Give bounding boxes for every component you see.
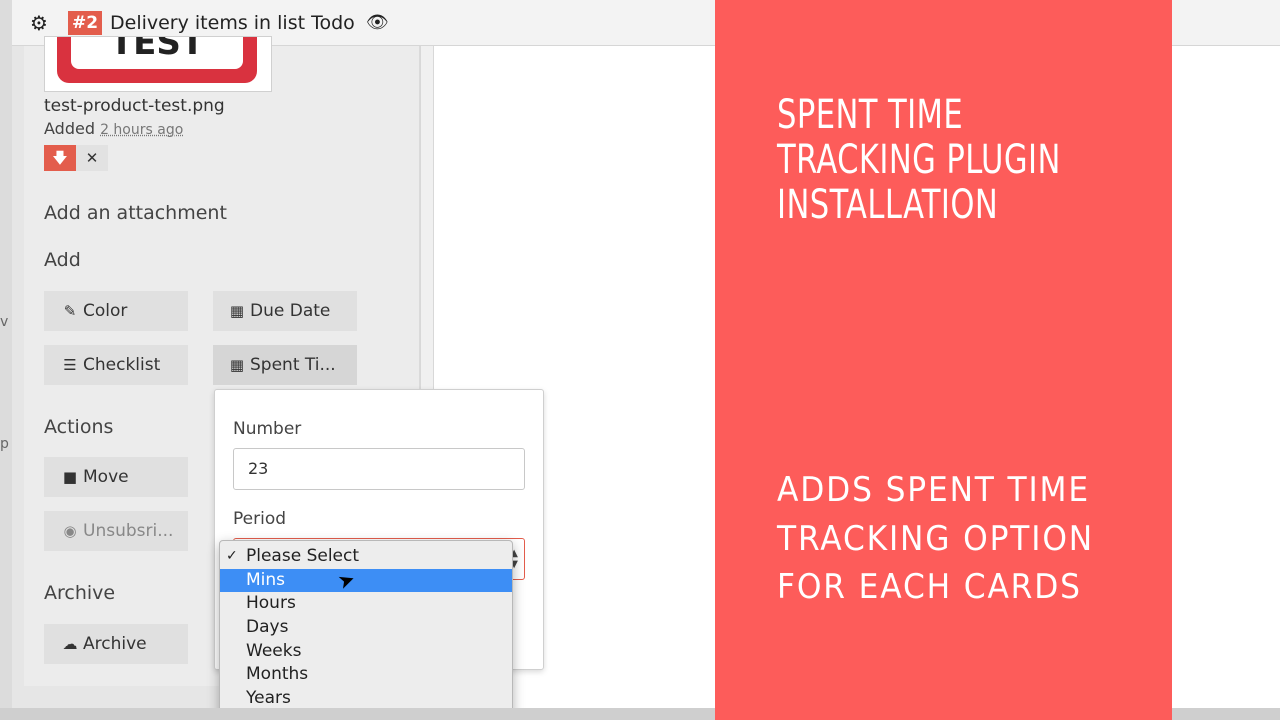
pencil-icon: ✎ — [63, 302, 77, 320]
dropdown-option[interactable]: Months — [220, 663, 512, 687]
dropdown-option[interactable]: ✓ Please Select — [220, 545, 512, 569]
watch-eye-icon[interactable]: 👁 — [366, 10, 389, 36]
test-sign-graphic: TEST — [57, 36, 257, 83]
promo-banner: SPENT TIME TRACKING PLUGIN INSTALLATION … — [715, 0, 1172, 720]
card-title[interactable]: Delivery items in list Todo — [110, 10, 355, 36]
banner-title: SPENT TIME TRACKING PLUGIN INSTALLATION — [777, 92, 1061, 228]
download-button[interactable]: 🡇 — [44, 145, 76, 171]
banner-subtitle: ADDS SPENT TIME TRACKING OPTION FOR EACH… — [777, 470, 1095, 607]
due-date-label: Due Date — [250, 301, 331, 321]
calendar-icon: ▦ — [229, 302, 245, 320]
eye-icon: ◉ — [63, 522, 77, 540]
added-time: 2 hours ago — [100, 122, 184, 138]
archive-heading: Archive — [44, 582, 116, 604]
due-date-button[interactable]: ▦ Due Date — [213, 291, 357, 331]
close-icon: ✕ — [85, 149, 99, 167]
dropdown-option[interactable]: Days — [220, 616, 512, 640]
cloud-upload-icon: ☁ — [62, 635, 78, 653]
attachment-added-info: Added 2 hours ago — [44, 119, 183, 138]
checklist-label: Checklist — [83, 355, 161, 375]
period-dropdown-menu: ✓ Please Select Mins Hours Days Weeks Mon… — [219, 540, 513, 717]
color-label: Color — [83, 301, 128, 321]
left-background-edge: v p — [0, 0, 12, 720]
period-label: Period — [233, 509, 287, 529]
added-label: Added — [44, 119, 95, 138]
color-button[interactable]: ✎ Color — [44, 291, 188, 331]
unsubscribe-label: Unsubsri... — [83, 521, 174, 541]
edge-fragment: v — [0, 314, 9, 330]
dropdown-option[interactable]: Weeks — [220, 640, 512, 664]
move-button[interactable]: ■ Move — [44, 457, 188, 497]
dropdown-option[interactable]: Hours — [220, 592, 512, 616]
calendar-icon: ▦ — [229, 356, 245, 374]
dropdown-option[interactable]: Mins — [220, 568, 512, 593]
checklist-button[interactable]: ☰ Checklist — [44, 345, 188, 385]
add-heading: Add — [44, 249, 81, 271]
checkmark-icon: ✓ — [226, 548, 238, 564]
arrow-down-icon: 🡇 — [52, 149, 68, 167]
gear-icon[interactable]: ⚙ — [30, 10, 48, 36]
spent-time-button[interactable]: ▦ Spent Ti... — [213, 345, 357, 385]
test-sign-text: TEST — [109, 36, 205, 63]
unsubscribe-button[interactable]: ◉ Unsubsri... — [44, 511, 188, 551]
card-number-badge: #2 — [68, 11, 103, 35]
number-input[interactable]: 23 — [233, 448, 525, 490]
spent-time-label: Spent Ti... — [250, 355, 336, 375]
actions-heading: Actions — [44, 416, 114, 438]
number-label: Number — [233, 419, 302, 439]
remove-attachment-button[interactable]: ✕ — [76, 145, 108, 171]
list-icon: ☰ — [63, 356, 77, 374]
folder-icon: ■ — [62, 468, 78, 486]
move-label: Move — [83, 467, 129, 487]
archive-button[interactable]: ☁ Archive — [44, 624, 188, 664]
archive-label: Archive — [83, 634, 147, 654]
edge-fragment: p — [0, 436, 9, 452]
attachment-filename[interactable]: test-product-test.png — [44, 96, 225, 116]
attachment-thumbnail[interactable]: TEST — [44, 36, 272, 92]
add-attachment-link[interactable]: Add an attachment — [44, 202, 227, 224]
